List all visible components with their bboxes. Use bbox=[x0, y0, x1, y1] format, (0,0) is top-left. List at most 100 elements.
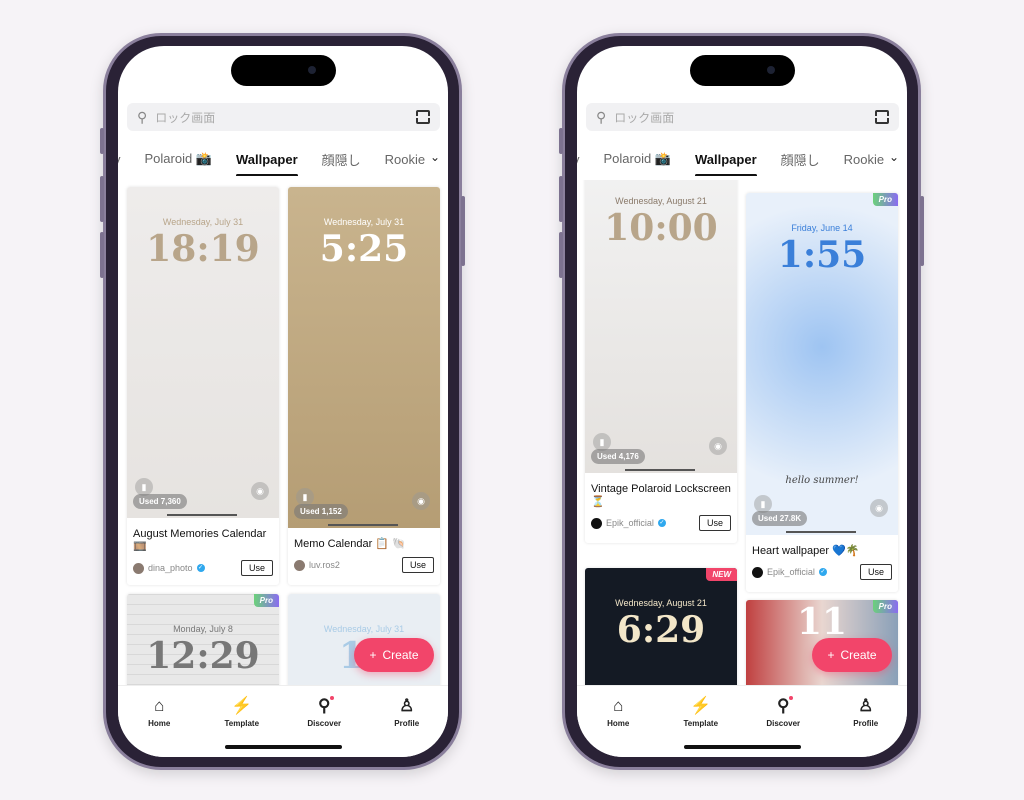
template-icon: ⚡ bbox=[690, 696, 712, 715]
dynamic-island bbox=[690, 55, 795, 86]
category-tabs: yPolaroid 📸Wallpaper顔隠しRookie⌄ bbox=[118, 142, 448, 176]
lockscreen-time: 18:19 bbox=[146, 228, 260, 270]
use-button[interactable]: Use bbox=[401, 557, 434, 574]
tab-1[interactable]: Polaroid 📸 bbox=[133, 151, 225, 167]
lockscreen-date: Wednesday, August 21 bbox=[615, 196, 707, 206]
author-name[interactable]: Epik_official bbox=[606, 518, 654, 528]
template-card[interactable]: Wednesday, July 31 18:19 ▮ ◉ Used 7,360 Augus… bbox=[127, 187, 279, 585]
volume-up-button bbox=[100, 176, 104, 222]
nav-label: Discover bbox=[766, 719, 801, 728]
notification-dot bbox=[330, 696, 335, 700]
nav-label: Template bbox=[683, 719, 719, 728]
tab-3[interactable]: 顔隠し bbox=[769, 150, 832, 169]
search-icon: ⚲ bbox=[137, 108, 148, 125]
discover-icon: ⚲ bbox=[318, 696, 335, 716]
card-title[interactable]: August Memories Calendar 🎞️ bbox=[133, 528, 273, 554]
template-card[interactable]: Friday, June 14 1:55 hello summer! Pro ▮ ◉ Use… bbox=[746, 193, 898, 592]
wallpaper-preview[interactable]: Wednesday, August 21 6:29 NEW bbox=[585, 568, 737, 685]
chevron-down-icon[interactable]: ⌄ bbox=[884, 150, 899, 164]
scan-icon[interactable] bbox=[874, 110, 890, 124]
lockscreen-time: 6:29 bbox=[616, 609, 706, 651]
search-input[interactable]: ロック画面 bbox=[155, 109, 215, 126]
author-avatar[interactable] bbox=[591, 517, 602, 529]
scan-icon[interactable] bbox=[415, 110, 431, 124]
phone-screen: ⚲ ロック画面 yPolaroid 📸Wallpaper顔隠しRookie⌄ Wedn… bbox=[577, 46, 907, 757]
wallpaper-preview[interactable]: Wednesday, July 31 5:25 ▮ ◉ Used 1,152 bbox=[288, 187, 440, 528]
nav-label: Profile bbox=[394, 719, 420, 728]
volume-down-button bbox=[100, 232, 104, 278]
new-badge: NEW bbox=[706, 568, 737, 581]
wallpaper-caption: hello summer! bbox=[785, 475, 859, 486]
camera-icon: ◉ bbox=[412, 492, 430, 510]
home-indicator-preview bbox=[625, 469, 695, 471]
nav-label: Profile bbox=[853, 719, 879, 728]
tab-0[interactable]: y bbox=[577, 152, 592, 167]
card-title[interactable]: Vintage Polaroid Lockscreen ⏳ bbox=[591, 483, 731, 509]
notification-dot bbox=[789, 696, 794, 700]
template-card[interactable]: Wednesday, July 31 5:25 ▮ ◉ Used 1,152 Memo C… bbox=[288, 187, 440, 585]
card-info: Memo Calendar 📋 🐚 luv.ros2 Use bbox=[288, 528, 440, 574]
lockscreen-time: 1:55 bbox=[777, 234, 867, 276]
verified-icon: ✓ bbox=[196, 564, 205, 573]
search-bar[interactable]: ⚲ ロック画面 bbox=[586, 103, 899, 131]
verified-icon: ✓ bbox=[818, 568, 827, 577]
template-grid: Wednesday, July 31 18:19 ▮ ◉ Used 7,360 Augus… bbox=[118, 180, 448, 685]
create-label: Create bbox=[382, 648, 419, 662]
home-icon: ⌂ bbox=[613, 696, 624, 715]
nav-label: Home bbox=[148, 719, 171, 728]
create-button[interactable]: + Create bbox=[812, 638, 892, 672]
camera-icon: ◉ bbox=[709, 437, 727, 455]
template-card[interactable]: Monday, July 8 12:29 Pro bbox=[127, 594, 279, 685]
template-card[interactable]: Wednesday, August 21 10:00 ▮ ◉ Used 4,176 Vin… bbox=[585, 180, 737, 543]
card-title[interactable]: Heart wallpaper 💙🌴 bbox=[752, 545, 892, 558]
phone-frame: ⚲ ロック画面 yPolaroid 📸Wallpaper顔隠しRookie⌄ Wedn… bbox=[100, 33, 465, 770]
template-icon: ⚡ bbox=[231, 696, 253, 715]
wallpaper-preview[interactable]: Wednesday, July 31 18:19 ▮ ◉ Used 7,360 bbox=[127, 187, 279, 518]
card-info: August Memories Calendar 🎞️ dina_photo ✓ Us… bbox=[127, 518, 279, 577]
home-indicator-preview bbox=[167, 514, 237, 516]
template-grid: Wednesday, August 21 10:00 ▮ ◉ Used 4,176 Vin… bbox=[577, 180, 907, 685]
nav-item-profile[interactable]: ♙ Profile bbox=[836, 696, 896, 757]
author-avatar[interactable] bbox=[133, 562, 144, 574]
tab-3[interactable]: 顔隠し bbox=[310, 150, 373, 169]
tab-2[interactable]: Wallpaper bbox=[224, 152, 310, 176]
used-count: Used 1,152 bbox=[294, 504, 348, 519]
author-avatar[interactable] bbox=[752, 566, 763, 578]
search-bar[interactable]: ⚲ ロック画面 bbox=[127, 103, 440, 131]
nav-item-home[interactable]: ⌂ Home bbox=[129, 696, 189, 757]
nav-label: Template bbox=[224, 719, 260, 728]
author-name[interactable]: luv.ros2 bbox=[309, 560, 340, 570]
home-indicator-preview bbox=[786, 531, 856, 533]
nav-item-home[interactable]: ⌂ Home bbox=[588, 696, 648, 757]
wallpaper-preview[interactable]: Monday, July 8 12:29 Pro bbox=[127, 594, 279, 685]
card-info: Heart wallpaper 💙🌴 Epik_official ✓ Use bbox=[746, 535, 898, 581]
phone-frame: ⚲ ロック画面 yPolaroid 📸Wallpaper顔隠しRookie⌄ Wedn… bbox=[559, 33, 924, 770]
nav-item-profile[interactable]: ♙ Profile bbox=[377, 696, 437, 757]
discover-icon: ⚲ bbox=[777, 696, 794, 716]
tab-0[interactable]: y bbox=[118, 152, 133, 167]
author-name[interactable]: dina_photo bbox=[148, 563, 193, 573]
tab-2[interactable]: Wallpaper bbox=[683, 152, 769, 176]
wallpaper-preview[interactable]: Wednesday, August 21 10:00 ▮ ◉ Used 4,176 bbox=[585, 180, 737, 473]
dynamic-island bbox=[231, 55, 336, 86]
volume-up-button bbox=[559, 176, 563, 222]
lockscreen-time: 10:00 bbox=[604, 207, 718, 249]
plus-icon: + bbox=[369, 648, 377, 662]
tab-1[interactable]: Polaroid 📸 bbox=[592, 151, 684, 167]
chevron-down-icon[interactable]: ⌄ bbox=[425, 150, 440, 164]
author-avatar[interactable] bbox=[294, 559, 305, 571]
pro-badge: Pro bbox=[872, 600, 898, 613]
home-icon: ⌂ bbox=[154, 696, 165, 715]
template-card[interactable]: Wednesday, August 21 6:29 NEW bbox=[585, 568, 737, 685]
create-button[interactable]: + Create bbox=[354, 638, 434, 672]
author-name[interactable]: Epik_official bbox=[767, 567, 815, 577]
wallpaper-preview[interactable]: Friday, June 14 1:55 hello summer! Pro ▮ ◉ Use… bbox=[746, 193, 898, 535]
power-button bbox=[461, 196, 465, 266]
verified-icon: ✓ bbox=[657, 519, 666, 528]
card-title[interactable]: Memo Calendar 📋 🐚 bbox=[294, 538, 434, 551]
use-button[interactable]: Use bbox=[240, 560, 273, 577]
search-input[interactable]: ロック画面 bbox=[614, 109, 674, 126]
use-button[interactable]: Use bbox=[859, 564, 892, 581]
use-button[interactable]: Use bbox=[698, 515, 731, 532]
profile-icon: ♙ bbox=[858, 696, 874, 715]
